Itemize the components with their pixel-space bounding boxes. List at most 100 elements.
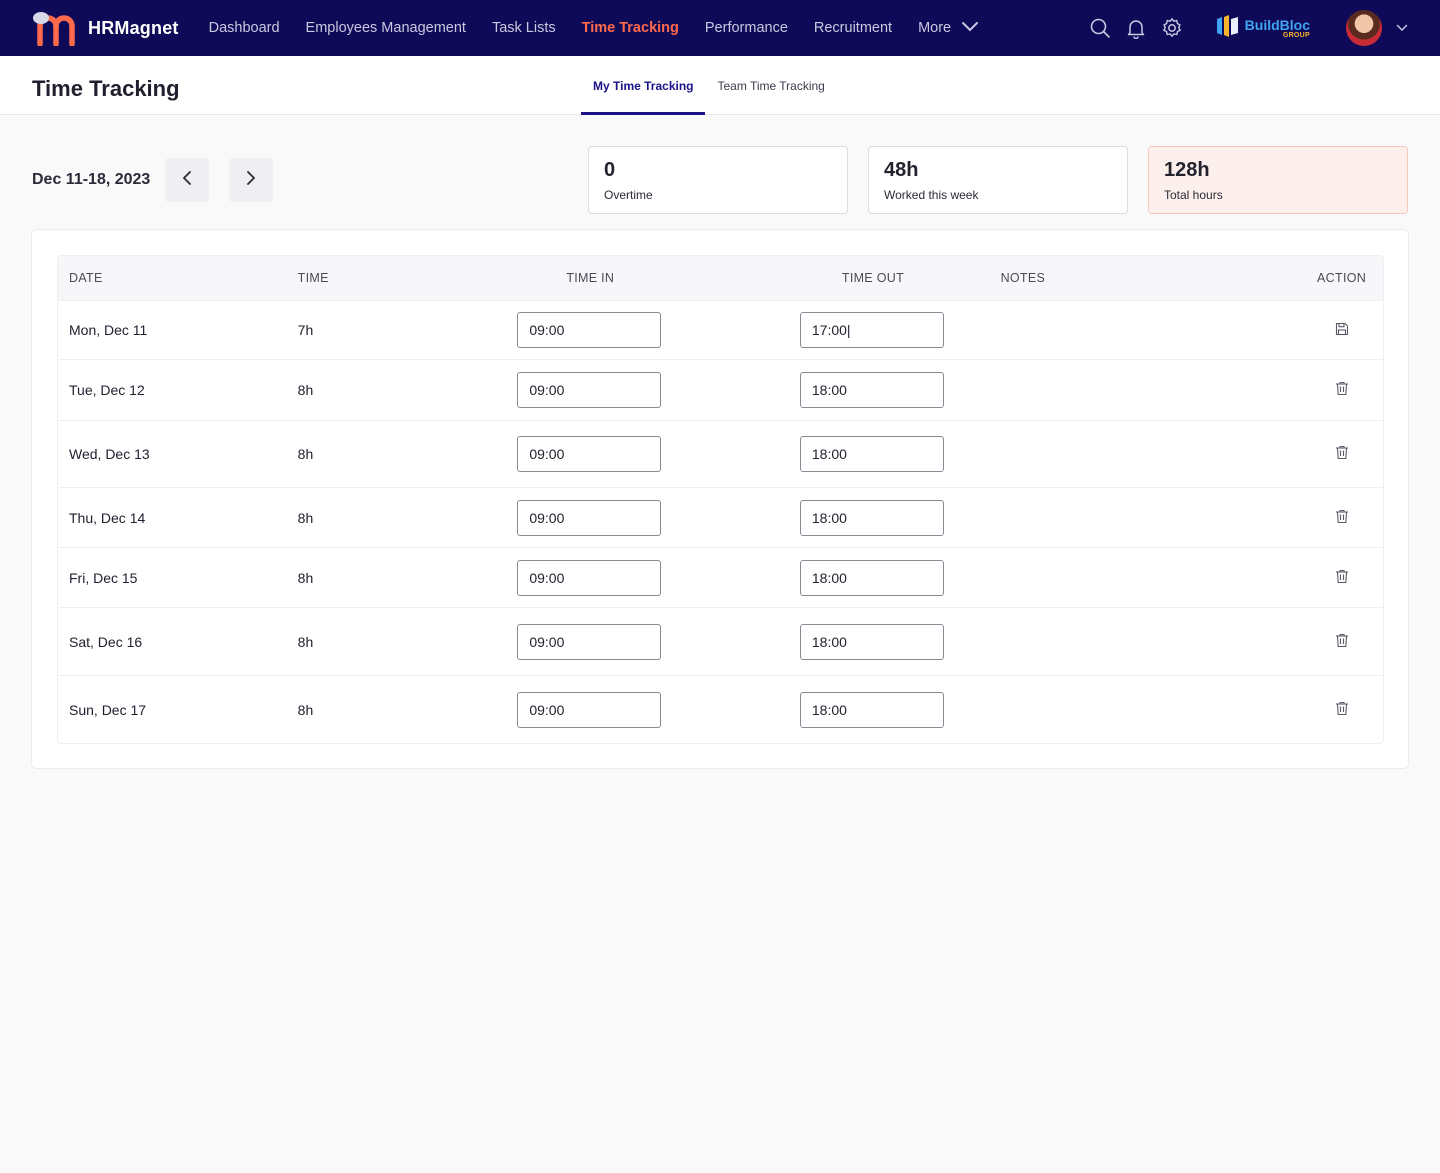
- user-avatar[interactable]: [1346, 10, 1382, 46]
- time-in-input[interactable]: [517, 623, 662, 660]
- time-in-input[interactable]: [517, 312, 662, 348]
- trash-icon: [1335, 509, 1349, 527]
- table-row: Mon, Dec 11 7h: [58, 301, 1383, 360]
- tab-my-time-tracking[interactable]: My Time Tracking: [581, 56, 706, 115]
- next-week-button[interactable]: [229, 158, 273, 202]
- page-tabs: My Time Tracking Team Time Tracking: [581, 56, 837, 115]
- cell-time-in: [517, 559, 800, 596]
- cell-action: [1300, 378, 1383, 402]
- nav-item-performance[interactable]: Performance: [705, 20, 788, 36]
- cell-time: 8h: [297, 382, 314, 398]
- table-header-row: DATE TIME TIME IN TIME OUT NOTES ACTION: [58, 256, 1383, 301]
- save-icon: [1335, 322, 1349, 339]
- trash-icon: [1335, 569, 1349, 587]
- stat-value: 0: [604, 159, 616, 181]
- time-out-input[interactable]: [799, 312, 944, 348]
- nav-item-dashboard[interactable]: Dashboard: [209, 20, 280, 36]
- chevron-down-icon[interactable]: [1396, 19, 1408, 37]
- cell-action: [1300, 318, 1383, 342]
- company-logo[interactable]: BuildBloc GROUP: [1215, 13, 1310, 44]
- cell-time: 7h: [297, 322, 314, 338]
- delete-button[interactable]: [1330, 698, 1354, 722]
- cell-time: 8h: [297, 446, 314, 462]
- table-body: Mon, Dec 117hTue, Dec 128hWed, Dec 138hT…: [58, 301, 1383, 743]
- chevron-down-icon: [961, 20, 979, 36]
- column-header-time-out-cell: TIME OUT: [800, 271, 1001, 285]
- time-in-input[interactable]: [517, 436, 662, 472]
- time-entries-card: DATE TIME TIME IN TIME OUT NOTES ACTION …: [31, 229, 1409, 769]
- top-right-actions: BuildBloc GROUP: [1089, 0, 1408, 56]
- search-icon[interactable]: [1089, 17, 1111, 39]
- cell-action: [1300, 698, 1383, 722]
- nav-more-label: More: [918, 20, 952, 36]
- cell-time-out: [799, 499, 1001, 536]
- stat-label: Worked this week: [884, 188, 979, 202]
- cell-time: 8h: [297, 569, 314, 586]
- nav-more-dropdown[interactable]: More: [918, 20, 979, 36]
- hrmagnet-logo-icon: [32, 10, 82, 47]
- page-header: Time Tracking My Time Tracking Team Time…: [0, 56, 1440, 115]
- stat-value: 48h: [884, 159, 919, 181]
- brand-name: HRMagnet: [88, 17, 179, 38]
- column-header-date: DATE: [69, 271, 103, 285]
- save-button[interactable]: [1330, 318, 1354, 342]
- time-in-input[interactable]: [517, 499, 662, 536]
- delete-button[interactable]: [1330, 378, 1354, 402]
- time-in-input[interactable]: [517, 559, 662, 596]
- nav-item-task-lists[interactable]: Task Lists: [492, 20, 556, 36]
- stat-card-total-hours: 128h Total hours: [1148, 146, 1408, 214]
- stat-label: Overtime: [604, 188, 653, 202]
- table-row: Wed, Dec 13 8h: [58, 421, 1383, 488]
- gear-icon[interactable]: [1161, 17, 1183, 39]
- column-header-action: ACTION: [1317, 271, 1367, 285]
- buildbloc-logo-icon: [1215, 13, 1241, 44]
- cell-time-out: [799, 372, 1001, 408]
- cell-time-in: [517, 436, 800, 472]
- cell-date: Fri, Dec 15: [69, 569, 138, 586]
- top-navbar: HRMagnet Dashboard Employees Management …: [0, 0, 1440, 56]
- tab-team-time-tracking[interactable]: Team Time Tracking: [705, 56, 836, 115]
- bell-icon[interactable]: [1125, 17, 1147, 39]
- delete-button[interactable]: [1330, 630, 1354, 654]
- cell-date: Thu, Dec 14: [69, 509, 146, 526]
- time-out-input[interactable]: [799, 691, 944, 728]
- delete-button[interactable]: [1330, 566, 1354, 590]
- cell-time-out: [799, 312, 1001, 348]
- time-out-input[interactable]: [799, 623, 944, 660]
- nav-item-time-tracking[interactable]: Time Tracking: [582, 20, 679, 36]
- column-header-time-in-cell: TIME IN: [517, 271, 800, 285]
- prev-week-button[interactable]: [165, 158, 209, 202]
- stat-value: 128h: [1164, 159, 1210, 181]
- company-name: BuildBloc: [1244, 16, 1310, 33]
- cell-action: [1300, 566, 1383, 590]
- nav-item-recruitment[interactable]: Recruitment: [814, 20, 892, 36]
- table-row: Sun, Dec 17 8h: [58, 676, 1383, 743]
- time-out-input[interactable]: [799, 559, 944, 596]
- time-out-input[interactable]: [799, 499, 944, 536]
- time-in-input[interactable]: [517, 691, 662, 728]
- nav-item-employees-management[interactable]: Employees Management: [306, 20, 466, 36]
- cell-time-out: [799, 691, 1001, 728]
- chevron-left-icon: [181, 170, 193, 191]
- week-range-label: Dec 11-18, 2023: [32, 171, 151, 188]
- cell-date: Tue, Dec 12: [69, 382, 145, 398]
- time-in-input[interactable]: [517, 372, 662, 408]
- column-header-time: TIME: [297, 271, 329, 285]
- week-summary: Dec 11-18, 2023 0 Overtime 48h Worked th…: [0, 115, 1440, 230]
- delete-button[interactable]: [1330, 442, 1354, 466]
- company-subtitle: GROUP: [1282, 31, 1310, 39]
- column-header-notes: NOTES: [1000, 271, 1046, 285]
- trash-icon: [1335, 701, 1349, 719]
- table-row: Thu, Dec 14 8h: [58, 488, 1383, 548]
- cell-action: [1300, 442, 1383, 466]
- stat-card-worked-this-week: 48h Worked this week: [868, 146, 1128, 214]
- time-out-input[interactable]: [799, 436, 944, 472]
- cell-date: Mon, Dec 11: [69, 322, 148, 338]
- time-out-input[interactable]: [799, 372, 944, 408]
- delete-button[interactable]: [1330, 506, 1354, 530]
- stat-label: Total hours: [1164, 188, 1223, 202]
- brand-logo[interactable]: HRMagnet: [32, 10, 179, 47]
- page-title: Time Tracking: [32, 76, 180, 101]
- cell-time: 8h: [297, 509, 314, 526]
- stat-card-overtime: 0 Overtime: [588, 146, 848, 214]
